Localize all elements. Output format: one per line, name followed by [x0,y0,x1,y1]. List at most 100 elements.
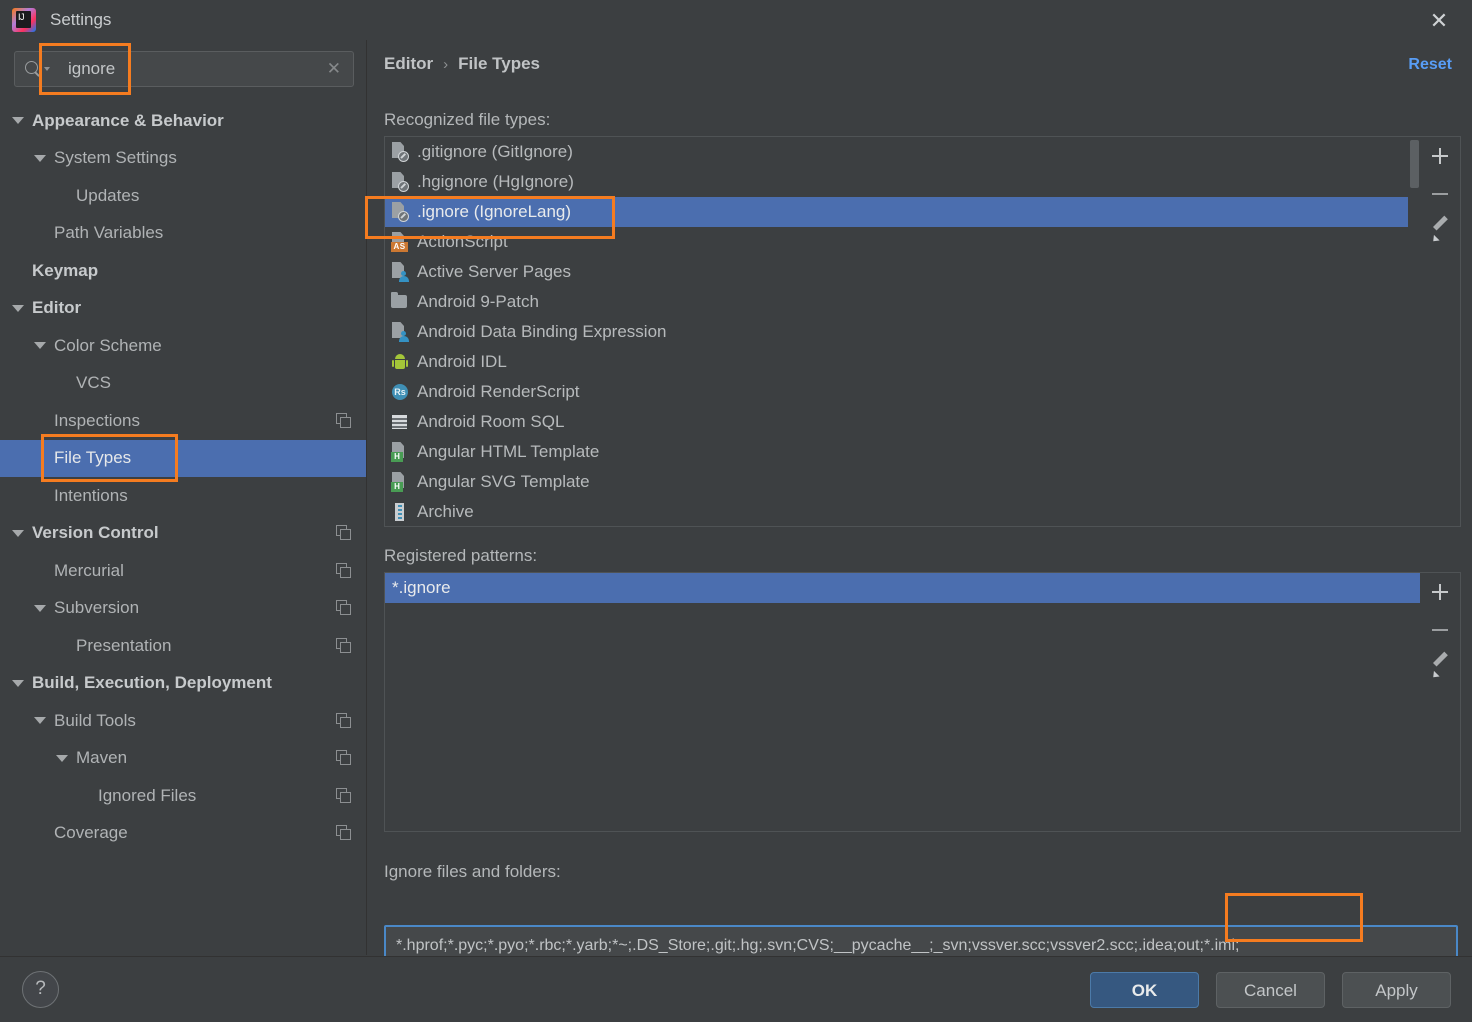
sidebar-item-label: VCS [76,373,111,393]
settings-dialog: Settings ✕ ✕ Appearance & Behavior System… [0,0,1472,1022]
sidebar-item-label: Keymap [32,260,99,280]
sidebar-item-editor[interactable]: Editor [0,290,366,328]
reset-link[interactable]: Reset [1408,56,1452,74]
chevron-down-icon[interactable] [56,754,68,762]
file-type-row[interactable]: .ignore (IgnoreLang) [385,197,1421,227]
chevron-down-icon[interactable] [12,117,24,125]
file-type-row[interactable]: Archive [385,497,1421,526]
plus-icon [1432,148,1448,164]
sidebar-item-keymap[interactable]: Keymap [0,252,366,290]
file-type-row[interactable]: Android IDL [385,347,1421,377]
file-type-label: Android 9-Patch [417,292,539,311]
sidebar-item-color-scheme[interactable]: Color Scheme [0,327,366,365]
copy-icon[interactable] [336,787,352,804]
copy-icon[interactable] [336,562,352,579]
file-type-row[interactable]: Android 9-Patch [385,287,1421,317]
file-types-scrollbar[interactable] [1408,138,1420,525]
search-box[interactable]: ✕ [14,51,354,87]
file-type-row[interactable]: H Angular HTML Template [385,437,1421,467]
sidebar-item-label: Maven [76,748,128,768]
sidebar-item-label: System Settings [54,148,177,168]
cancel-button[interactable]: Cancel [1216,972,1325,1008]
add-pattern-button[interactable] [1420,573,1460,611]
file-type-row[interactable]: Android Data Binding Expression [385,317,1421,347]
copy-icon[interactable] [336,825,352,841]
search-dropdown-caret-icon[interactable] [44,67,50,71]
copy-icon[interactable] [336,712,352,729]
file-types-scrollbar-thumb[interactable] [1410,140,1419,188]
sidebar-item-mercurial[interactable]: Mercurial [0,552,366,590]
android-robot-icon [391,352,409,372]
edit-file-type-button[interactable] [1420,213,1460,251]
file-type-row[interactable]: .gitignore (GitIgnore) [385,137,1421,167]
search-icon [24,60,42,78]
ok-button[interactable]: OK [1090,972,1199,1008]
breadcrumb-current: File Types [458,54,540,73]
sidebar-item-system-settings[interactable]: System Settings [0,140,366,178]
chevron-down-icon[interactable] [12,529,24,537]
folder-icon [391,292,409,312]
sidebar-item-build-tools[interactable]: Build Tools [0,702,366,740]
copy-icon[interactable] [336,750,352,766]
file-type-label: Active Server Pages [417,262,572,281]
add-file-type-button[interactable] [1420,137,1460,175]
chevron-down-icon[interactable] [34,342,46,350]
remove-pattern-button[interactable] [1420,611,1460,649]
intellij-idea-logo-icon [12,8,36,32]
patterns-toolbar [1420,572,1461,832]
sidebar-item-appearance-behavior[interactable]: Appearance & Behavior [0,102,366,140]
copy-icon[interactable] [336,637,352,654]
file-type-row[interactable]: Rs Android RenderScript [385,377,1421,407]
sidebar-item-label: Build Tools [54,710,136,730]
sidebar-item-build-execution-deployment[interactable]: Build, Execution, Deployment [0,665,366,703]
recognized-file-types-label: Recognized file types: [384,110,551,129]
copy-icon[interactable] [336,600,352,616]
close-icon[interactable]: ✕ [1424,6,1454,36]
chevron-down-icon[interactable] [34,154,46,162]
sidebar-item-subversion[interactable]: Subversion [0,590,366,628]
sidebar-item-coverage[interactable]: Coverage [0,815,366,853]
breadcrumb-parent[interactable]: Editor [384,54,433,74]
search-input[interactable] [66,58,327,80]
chevron-down-icon[interactable] [12,679,24,687]
sidebar-item-label: Path Variables [54,223,164,243]
registered-patterns-list[interactable]: *.ignore [384,572,1422,832]
chevron-down-icon[interactable] [34,604,46,612]
pattern-row[interactable]: *.ignore [385,573,1421,603]
clear-icon[interactable]: ✕ [327,59,341,79]
sidebar-item-version-control[interactable]: Version Control [0,515,366,553]
sidebar-item-ignored-files[interactable]: Ignored Files [0,777,366,815]
copy-icon[interactable] [336,525,352,541]
file-type-row[interactable]: AS ActionScript [385,227,1421,257]
sidebar-item-label: Appearance & Behavior [32,110,224,130]
sidebar-item-presentation[interactable]: Presentation [0,627,366,665]
sidebar-item-label: Updates [76,185,140,205]
file-type-row[interactable]: H Angular SVG Template [385,467,1421,497]
ignore-files-input[interactable] [386,937,1456,955]
recognized-file-types-list[interactable]: .gitignore (GitIgnore) .hgignore (HgIgnor… [384,136,1422,527]
sidebar-item-label: File Types [54,448,132,468]
file-type-row[interactable]: .hgignore (HgIgnore) [385,167,1421,197]
file-type-row[interactable]: Active Server Pages [385,257,1421,287]
sidebar-item-path-variables[interactable]: Path Variables [0,215,366,253]
sidebar-item-file-types[interactable]: File Types [0,439,366,477]
sidebar-item-maven[interactable]: Maven [0,740,366,778]
file-type-label: Android RenderScript [417,382,580,401]
sidebar-item-inspections[interactable]: Inspections [0,402,366,440]
chevron-down-icon[interactable] [12,304,24,312]
sidebar-item-label: Inspections [54,410,140,430]
copy-icon[interactable] [336,412,352,429]
file-type-label: Angular SVG Template [417,472,590,491]
file-type-label: .gitignore (GitIgnore) [417,142,573,161]
file-type-row[interactable]: Android Room SQL [385,407,1421,437]
chevron-down-icon[interactable] [34,717,46,725]
remove-file-type-button[interactable] [1420,175,1460,213]
sidebar-item-intentions[interactable]: Intentions [0,477,366,515]
sidebar-item-updates[interactable]: Updates [0,177,366,215]
apply-button[interactable]: Apply [1342,972,1451,1008]
sidebar-item-label: Intentions [54,485,128,505]
sidebar-item-label: Version Control [32,523,159,543]
edit-pattern-button[interactable] [1420,649,1460,687]
help-button[interactable]: ? [22,971,59,1008]
sidebar-item-vcs[interactable]: VCS [0,365,366,403]
